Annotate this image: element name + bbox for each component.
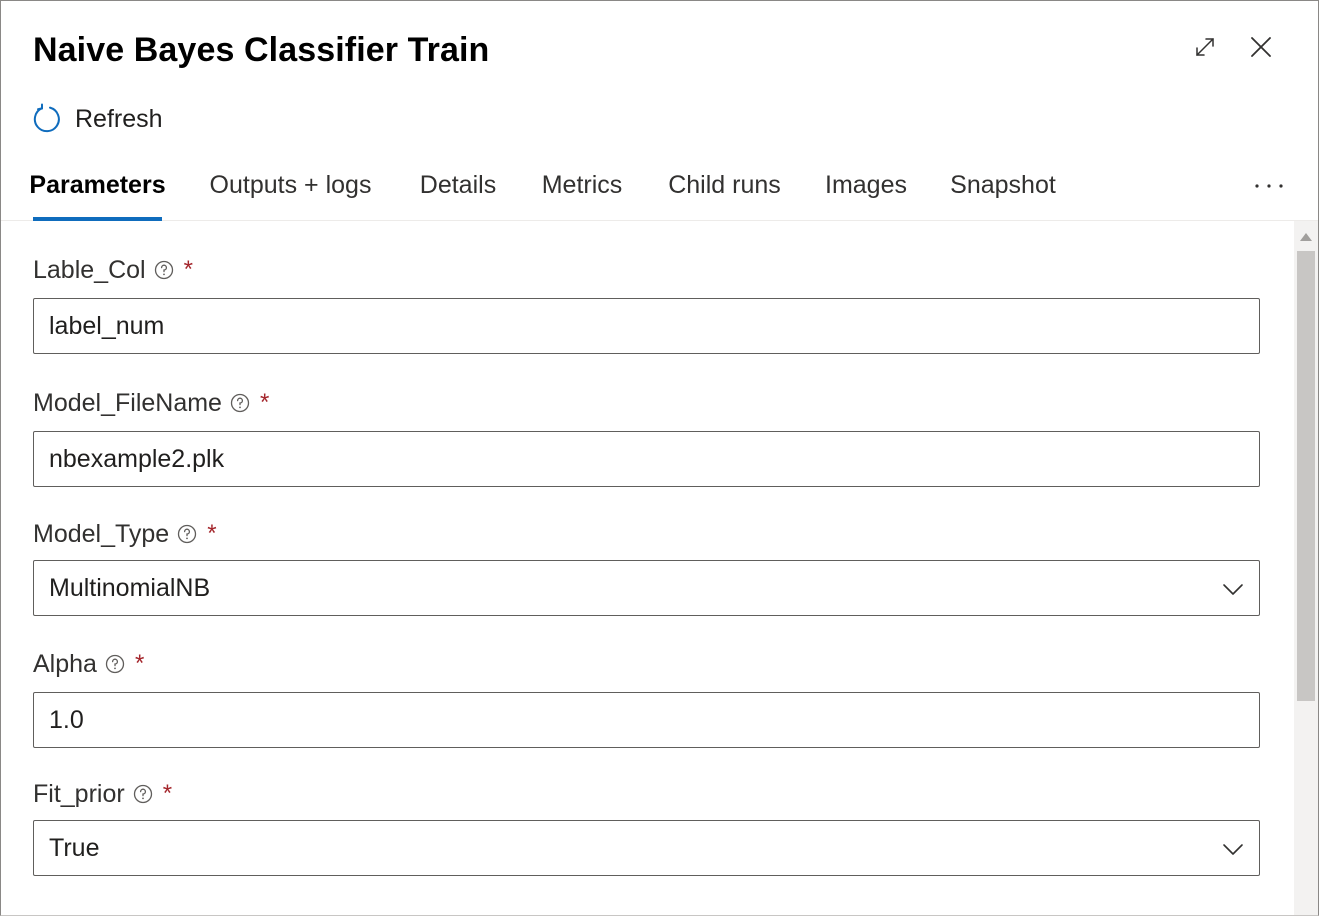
tab-child-runs[interactable]: Child runs [668, 151, 781, 220]
field-label-text: Fit_prior [33, 779, 125, 808]
refresh-icon [31, 103, 63, 135]
field-label-text: Lable_Col [33, 255, 146, 284]
help-icon[interactable] [154, 260, 174, 280]
alpha-input[interactable]: 1.0 [33, 692, 1260, 748]
tab-details[interactable]: Details [419, 151, 497, 220]
tab-bar: Parameters Outputs + logs Details Metric… [1, 151, 1318, 221]
caret-up-icon [1300, 233, 1312, 241]
field-label-text: Model_Type [33, 519, 170, 548]
close-icon [1249, 35, 1273, 59]
run-details-panel: Naive Bayes Classifier Train Refresh Par… [0, 0, 1319, 916]
refresh-button[interactable]: Refresh [31, 101, 163, 137]
required-marker: * [134, 650, 145, 677]
refresh-label: Refresh [75, 104, 163, 133]
required-marker: * [162, 780, 173, 807]
field-label-text: Model_FileName [33, 388, 222, 417]
more-icon [1254, 182, 1284, 190]
required-marker: * [259, 389, 270, 416]
parameters-form: Lable_Col * label_num Model_FileName * n… [1, 221, 1294, 915]
field-label-model-type: Model_Type * [33, 517, 217, 551]
chevron-down-icon [1221, 577, 1245, 601]
tab-snapshot[interactable]: Snapshot [950, 151, 1056, 220]
tab-metrics[interactable]: Metrics [540, 151, 624, 220]
panel-title: Naive Bayes Classifier Train [33, 31, 490, 69]
field-label-lable-col: Lable_Col * [33, 253, 193, 287]
more-tabs-button[interactable] [1249, 151, 1289, 220]
expand-button[interactable] [1187, 29, 1223, 65]
field-label-alpha: Alpha * [33, 647, 144, 681]
field-label-fit-prior: Fit_prior * [33, 777, 172, 811]
tab-images[interactable]: Images [825, 151, 907, 220]
tab-parameters[interactable]: Parameters [29, 151, 166, 221]
fit-prior-dropdown[interactable]: True [33, 820, 1260, 876]
scroll-up-button[interactable] [1294, 225, 1318, 249]
field-label-model-filename: Model_FileName * [33, 386, 269, 420]
help-icon[interactable] [230, 393, 250, 413]
help-icon[interactable] [133, 784, 153, 804]
scrollbar-thumb[interactable] [1297, 251, 1315, 701]
tab-outputs-logs[interactable]: Outputs + logs [207, 151, 374, 220]
dropdown-value: MultinomialNB [49, 573, 211, 602]
model-type-dropdown[interactable]: MultinomialNB [33, 560, 1260, 616]
chevron-down-icon [1221, 837, 1245, 861]
field-label-text: Alpha [33, 649, 97, 678]
expand-icon [1193, 35, 1217, 59]
required-marker: * [183, 256, 193, 283]
dropdown-value: True [49, 833, 100, 862]
help-icon[interactable] [177, 524, 197, 544]
close-button[interactable] [1243, 29, 1279, 65]
lable-col-input[interactable]: label_num [33, 298, 1260, 354]
vertical-scrollbar[interactable] [1294, 221, 1318, 915]
help-icon[interactable] [105, 654, 125, 674]
model-filename-input[interactable]: nbexample2.plk [33, 431, 1260, 487]
required-marker: * [207, 520, 217, 547]
